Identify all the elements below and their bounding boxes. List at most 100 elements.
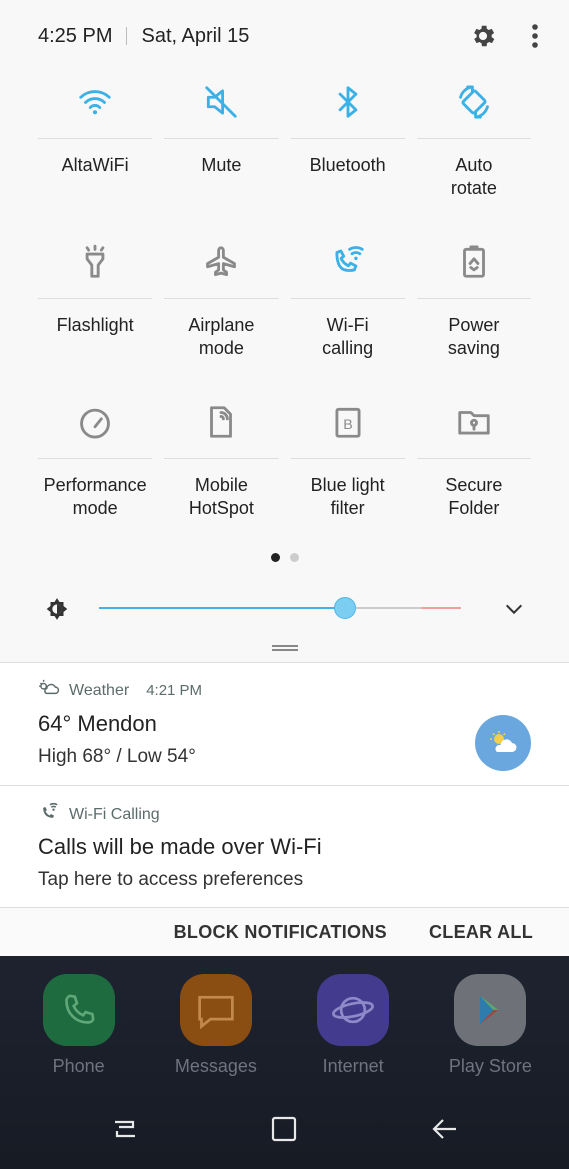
svg-text:B: B (343, 417, 353, 433)
notification-app-name: Weather (69, 681, 130, 699)
quick-tile-performance[interactable]: Performance mode (32, 390, 158, 550)
status-actions (469, 20, 539, 52)
dock-app-internet[interactable]: Internet (298, 974, 408, 1077)
status-time: 4:25 PM (38, 24, 113, 47)
phone-icon (42, 974, 115, 1046)
quick-tile-auto-rotate[interactable]: Auto rotate (411, 70, 537, 230)
play-store-icon (454, 974, 527, 1046)
app-label: Internet (322, 1056, 384, 1076)
wifi-calling-icon (285, 236, 411, 288)
notification-area: Weather 4:21 PM 64° Mendon High 68° / Lo… (0, 662, 569, 957)
wifi-icon (32, 76, 158, 128)
mute-icon (158, 76, 284, 128)
tile-divider (416, 458, 531, 459)
dock-app-phone[interactable]: Phone (24, 974, 134, 1077)
dock-app-play-store[interactable]: Play Store (435, 974, 545, 1077)
page-dot-2[interactable] (289, 553, 299, 562)
clear-all-button[interactable]: CLEAR ALL (429, 922, 533, 943)
wifi-calling-app-icon (38, 802, 60, 827)
home-screen-background: Phone Messages Internet Play Store (0, 956, 569, 1169)
status-row: 4:25 PM Sat, April 15 (38, 20, 539, 52)
status-date: Sat, April 15 (141, 24, 250, 47)
quick-tile-wifi-calling[interactable]: Wi-Fi calling (285, 230, 411, 390)
tile-label: Flashlight (56, 315, 134, 335)
brightness-warm-zone (421, 607, 461, 609)
tile-label: Mobile HotSpot (188, 475, 254, 518)
quick-tile-blue-light[interactable]: B Blue light filter (285, 390, 411, 550)
notification-time: 4:21 PM (146, 682, 203, 699)
tile-divider (416, 298, 531, 299)
quick-tile-mute[interactable]: Mute (158, 70, 284, 230)
tile-label: Wi-Fi calling (322, 315, 374, 358)
notification-header: Weather 4:21 PM (38, 679, 202, 702)
chevron-down-icon[interactable] (503, 598, 525, 625)
panel-drag-handle[interactable] (272, 645, 298, 651)
page-indicator (0, 553, 569, 562)
internet-icon (317, 974, 390, 1046)
status-separator (126, 27, 128, 45)
quick-tile-power-saving[interactable]: Power saving (411, 230, 537, 390)
notification-text: High 68° / Low 54° (38, 746, 196, 767)
brightness-slider[interactable] (99, 597, 461, 619)
back-button[interactable] (424, 1109, 464, 1149)
brightness-control (44, 590, 525, 626)
quick-settings-panel: 4:25 PM Sat, April 15 AltaWiFi Mute Blueto… (0, 0, 569, 662)
quick-tile-airplane[interactable]: Airplane mode (158, 230, 284, 390)
more-options-icon[interactable] (531, 22, 539, 50)
performance-icon (32, 396, 158, 448)
notification-title: Calls will be made over Wi-Fi (38, 834, 322, 859)
tile-divider (164, 458, 279, 459)
notification-actions: BLOCK NOTIFICATIONS CLEAR ALL (0, 908, 569, 957)
quick-tile-flashlight[interactable]: Flashlight (32, 230, 158, 390)
tile-divider (416, 138, 531, 139)
recents-button[interactable] (105, 1109, 145, 1149)
quick-tile-wifi[interactable]: AltaWiFi (32, 70, 158, 230)
tile-label: AltaWiFi (61, 155, 129, 175)
tile-divider (38, 138, 153, 139)
tile-label: Mute (201, 155, 242, 175)
tile-label: Performance mode (43, 475, 147, 518)
tile-divider (164, 298, 279, 299)
tile-label: Secure Folder (445, 475, 503, 518)
messages-icon (179, 974, 252, 1046)
secure-folder-icon (411, 396, 537, 448)
tile-divider (38, 458, 153, 459)
power-saving-icon (411, 236, 537, 288)
tile-label: Power saving (447, 315, 500, 358)
auto-rotate-icon (411, 76, 537, 128)
notification-app-name: Wi-Fi Calling (69, 805, 160, 823)
quick-tiles-grid: AltaWiFi Mute Bluetooth Auto rotate Flashlig… (32, 70, 537, 550)
tile-divider (290, 458, 405, 459)
block-notifications-button[interactable]: BLOCK NOTIFICATIONS (174, 922, 387, 943)
tile-label: Airplane mode (188, 315, 255, 358)
tile-divider (164, 138, 279, 139)
dock-app-messages[interactable]: Messages (161, 974, 271, 1077)
app-label: Phone (52, 1056, 105, 1076)
weather-app-icon (38, 679, 60, 702)
notification-header: Wi-Fi Calling (38, 802, 160, 827)
hotspot-icon (158, 396, 284, 448)
wifi-calling-notification[interactable]: Wi-Fi Calling Calls will be made over Wi… (0, 786, 569, 908)
notification-text: Tap here to access preferences (38, 869, 304, 890)
airplane-icon (158, 236, 284, 288)
quick-tile-secure-folder[interactable]: Secure Folder (411, 390, 537, 550)
tile-label: Blue light filter (310, 475, 385, 518)
quick-tile-hotspot[interactable]: Mobile HotSpot (158, 390, 284, 550)
notification-title: 64° Mendon (38, 711, 157, 736)
tile-label: Bluetooth (309, 155, 386, 175)
tile-label: Auto rotate (450, 155, 497, 198)
settings-gear-icon[interactable] (469, 22, 497, 50)
page-dot-1[interactable] (270, 553, 280, 562)
tile-divider (290, 298, 405, 299)
weather-condition-icon (475, 715, 531, 771)
tile-divider (38, 298, 153, 299)
tile-divider (290, 138, 405, 139)
weather-notification[interactable]: Weather 4:21 PM 64° Mendon High 68° / Lo… (0, 663, 569, 786)
brightness-slider-fill (99, 607, 346, 609)
quick-tile-bluetooth[interactable]: Bluetooth (285, 70, 411, 230)
home-button[interactable] (264, 1109, 304, 1149)
blue-light-icon: B (285, 396, 411, 448)
bluetooth-icon (285, 76, 411, 128)
brightness-slider-thumb[interactable] (334, 597, 357, 619)
app-label: Play Store (448, 1056, 532, 1076)
